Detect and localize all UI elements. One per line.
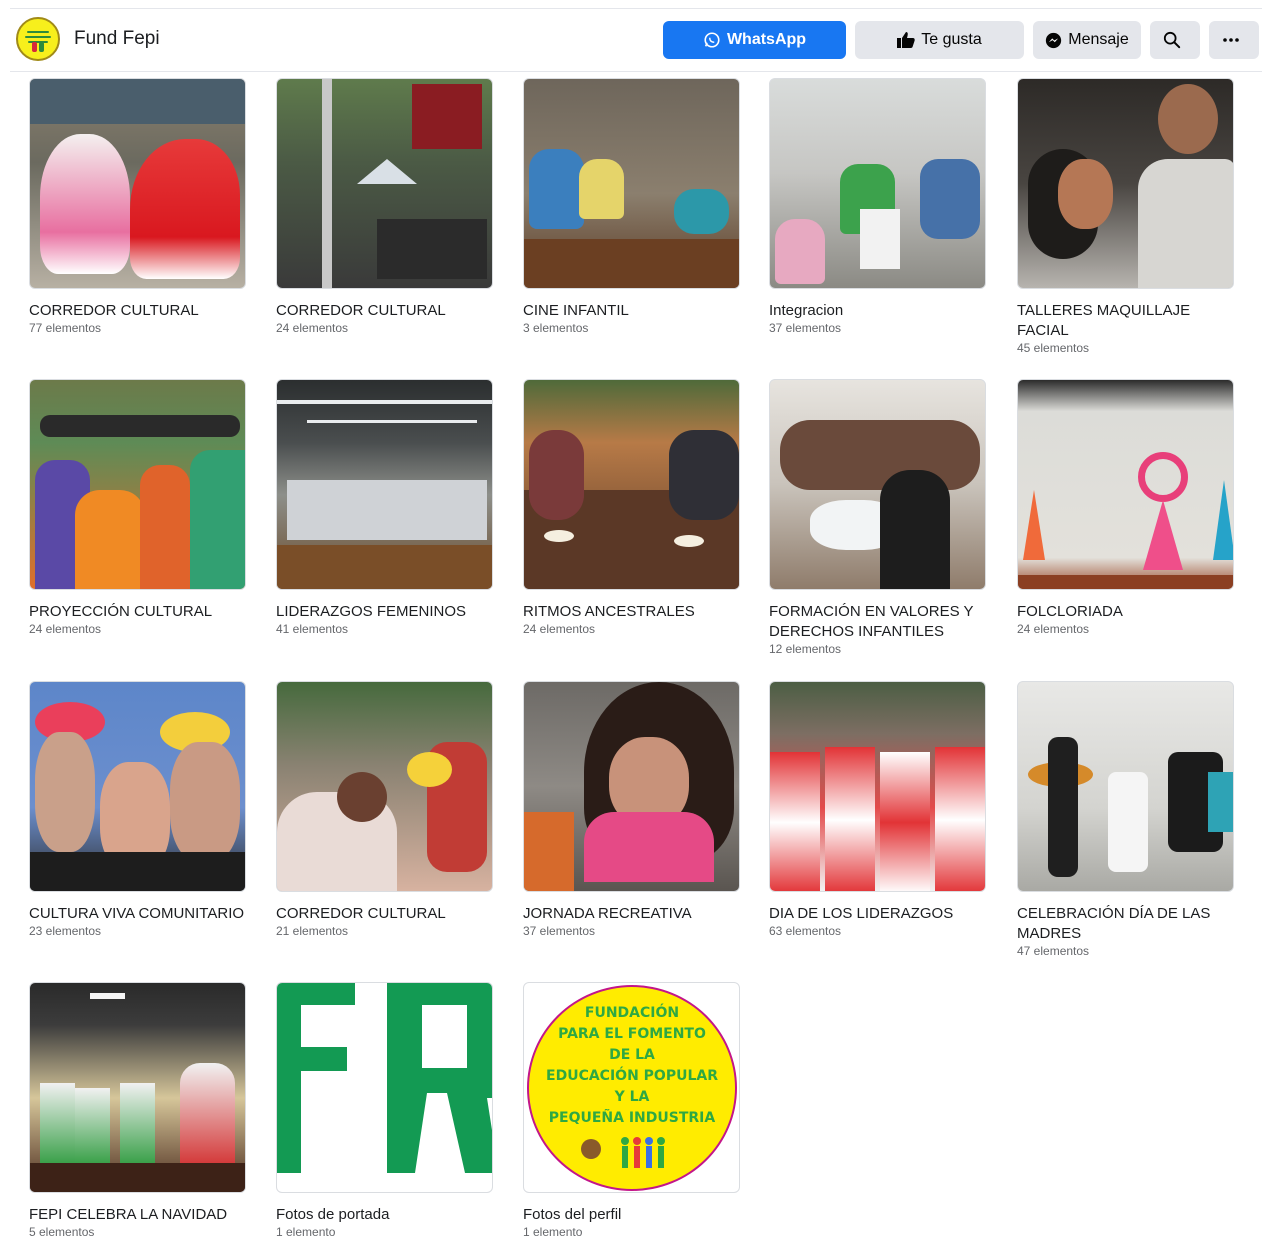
album-card[interactable]: CINE INFANTIL 3 elementos (523, 78, 740, 336)
album-count: 63 elementos (769, 924, 842, 938)
message-button[interactable]: Mensaje (1033, 21, 1141, 59)
logo-text-line: PARA EL FOMENTO (558, 1026, 706, 1042)
cover-photo-graphic (277, 983, 492, 1173)
album-count: 24 elementos (1017, 622, 1090, 636)
album-cover-photo[interactable] (523, 379, 740, 590)
album-count: 23 elementos (29, 924, 102, 938)
album-cover-photo[interactable] (276, 78, 493, 289)
more-options-button[interactable] (1209, 21, 1259, 59)
people-icon (581, 1137, 665, 1168)
album-count: 45 elementos (1017, 341, 1090, 355)
album-card[interactable]: DIA DE LOS LIDERAZGOS 63 elementos (769, 681, 986, 939)
album-count: 41 elementos (276, 622, 349, 636)
logo-text-line: EDUCACIÓN POPULAR (546, 1068, 718, 1084)
album-title[interactable]: Fotos de portada (276, 1205, 493, 1225)
logo-text-line: DE LA (609, 1047, 655, 1063)
album-card[interactable]: FORMACIÓN EN VALORES Y DERECHOS INFANTIL… (769, 379, 986, 657)
album-cover-photo[interactable] (769, 379, 986, 590)
album-title[interactable]: CORREDOR CULTURAL (276, 904, 493, 924)
album-title[interactable]: CELEBRACIÓN DÍA DE LAS MADRES (1017, 904, 1234, 944)
album-cover-photo[interactable]: FUNDACIÓN PARA EL FOMENTO DE LA EDUCACIÓ… (523, 982, 740, 1193)
album-card[interactable]: CELEBRACIÓN DÍA DE LAS MADRES 47 element… (1017, 681, 1234, 959)
album-card[interactable]: FEPI CELEBRA LA NAVIDAD 5 elementos (29, 982, 246, 1239)
album-card[interactable]: Fotos de portada 1 elemento (276, 982, 493, 1239)
album-card[interactable]: JORNADA RECREATIVA 37 elementos (523, 681, 740, 939)
album-cover-photo[interactable] (1017, 379, 1234, 590)
like-button[interactable]: Te gusta (855, 21, 1024, 59)
foundation-logo: FUNDACIÓN PARA EL FOMENTO DE LA EDUCACIÓ… (527, 985, 737, 1191)
search-icon (1163, 31, 1181, 49)
messenger-icon (1046, 32, 1062, 48)
album-card[interactable]: CORREDOR CULTURAL 77 elementos (29, 78, 246, 336)
album-cover-photo[interactable] (523, 681, 740, 892)
album-count: 47 elementos (1017, 944, 1090, 958)
album-title[interactable]: CULTURA VIVA COMUNITARIO (29, 904, 246, 924)
album-title[interactable]: CORREDOR CULTURAL (29, 301, 246, 321)
album-count: 37 elementos (523, 924, 596, 938)
album-title[interactable]: Fotos del perfil (523, 1205, 740, 1225)
search-button[interactable] (1150, 21, 1200, 59)
page-avatar[interactable] (16, 17, 60, 61)
album-count: 24 elementos (29, 622, 102, 636)
album-cover-photo[interactable] (29, 982, 246, 1193)
album-title[interactable]: TALLERES MAQUILLAJE FACIAL (1017, 301, 1234, 341)
album-card[interactable]: FUNDACIÓN PARA EL FOMENTO DE LA EDUCACIÓ… (523, 982, 740, 1239)
album-cover-photo[interactable] (29, 78, 246, 289)
album-cover-photo[interactable] (29, 681, 246, 892)
page-brand[interactable]: Fund Fepi (16, 17, 160, 61)
album-card[interactable]: PROYECCIÓN CULTURAL 24 elementos (29, 379, 246, 637)
album-cover-photo[interactable] (769, 78, 986, 289)
album-title[interactable]: FOLCLORIADA (1017, 602, 1234, 622)
like-label: Te gusta (921, 31, 982, 48)
album-cover-photo[interactable] (276, 982, 493, 1193)
album-card[interactable]: FOLCLORIADA 24 elementos (1017, 379, 1234, 637)
album-cover-photo[interactable] (769, 681, 986, 892)
album-card[interactable]: RITMOS ANCESTRALES 24 elementos (523, 379, 740, 637)
album-title[interactable]: PROYECCIÓN CULTURAL (29, 602, 246, 622)
album-count: 77 elementos (29, 321, 102, 335)
album-card[interactable]: Integracion 37 elementos (769, 78, 986, 336)
album-count: 24 elementos (276, 321, 349, 335)
album-title[interactable]: Integracion (769, 301, 986, 321)
thumbs-up-icon (897, 32, 915, 48)
album-count: 21 elementos (276, 924, 349, 938)
album-cover-photo[interactable] (276, 379, 493, 590)
page-header: Fund Fepi WhatsApp Te gusta Mensaje (10, 8, 1262, 72)
whatsapp-icon (704, 32, 720, 48)
album-count: 1 elemento (276, 1225, 336, 1239)
album-cover-photo[interactable] (29, 379, 246, 590)
album-title[interactable]: DIA DE LOS LIDERAZGOS (769, 904, 986, 924)
whatsapp-label: WhatsApp (726, 31, 807, 48)
message-label: Mensaje (1068, 31, 1129, 48)
logo-text-line: PEQUEÑA INDUSTRIA (548, 1110, 716, 1126)
album-card[interactable]: CULTURA VIVA COMUNITARIO 23 elementos (29, 681, 246, 939)
album-count: 12 elementos (769, 642, 842, 656)
logo-text-line: FUNDACIÓN (584, 1005, 680, 1021)
album-card[interactable]: CORREDOR CULTURAL 24 elementos (276, 78, 493, 336)
album-card[interactable]: CORREDOR CULTURAL 21 elementos (276, 681, 493, 939)
page-name[interactable]: Fund Fepi (74, 28, 160, 50)
album-count: 24 elementos (523, 622, 596, 636)
album-cover-photo[interactable] (276, 681, 493, 892)
album-title[interactable]: FORMACIÓN EN VALORES Y DERECHOS INFANTIL… (769, 602, 986, 642)
album-count: 37 elementos (769, 321, 842, 335)
logo-text-line: Y LA (614, 1089, 650, 1105)
album-count: 5 elementos (29, 1225, 95, 1239)
album-title[interactable]: RITMOS ANCESTRALES (523, 602, 740, 622)
album-cover-photo[interactable] (1017, 78, 1234, 289)
album-title[interactable]: CORREDOR CULTURAL (276, 301, 493, 321)
album-cover-photo[interactable] (523, 78, 740, 289)
album-count: 1 elemento (523, 1225, 583, 1239)
album-title[interactable]: JORNADA RECREATIVA (523, 904, 740, 924)
album-title[interactable]: FEPI CELEBRA LA NAVIDAD (29, 1205, 246, 1225)
album-title[interactable]: CINE INFANTIL (523, 301, 740, 321)
album-title[interactable]: LIDERAZGOS FEMENINOS (276, 602, 493, 622)
album-card[interactable]: TALLERES MAQUILLAJE FACIAL 45 elementos (1017, 78, 1234, 356)
album-cover-photo[interactable] (1017, 681, 1234, 892)
album-card[interactable]: LIDERAZGOS FEMENINOS 41 elementos (276, 379, 493, 637)
album-count: 3 elementos (523, 321, 589, 335)
more-icon (1223, 38, 1239, 42)
whatsapp-button[interactable]: WhatsApp (663, 21, 846, 59)
